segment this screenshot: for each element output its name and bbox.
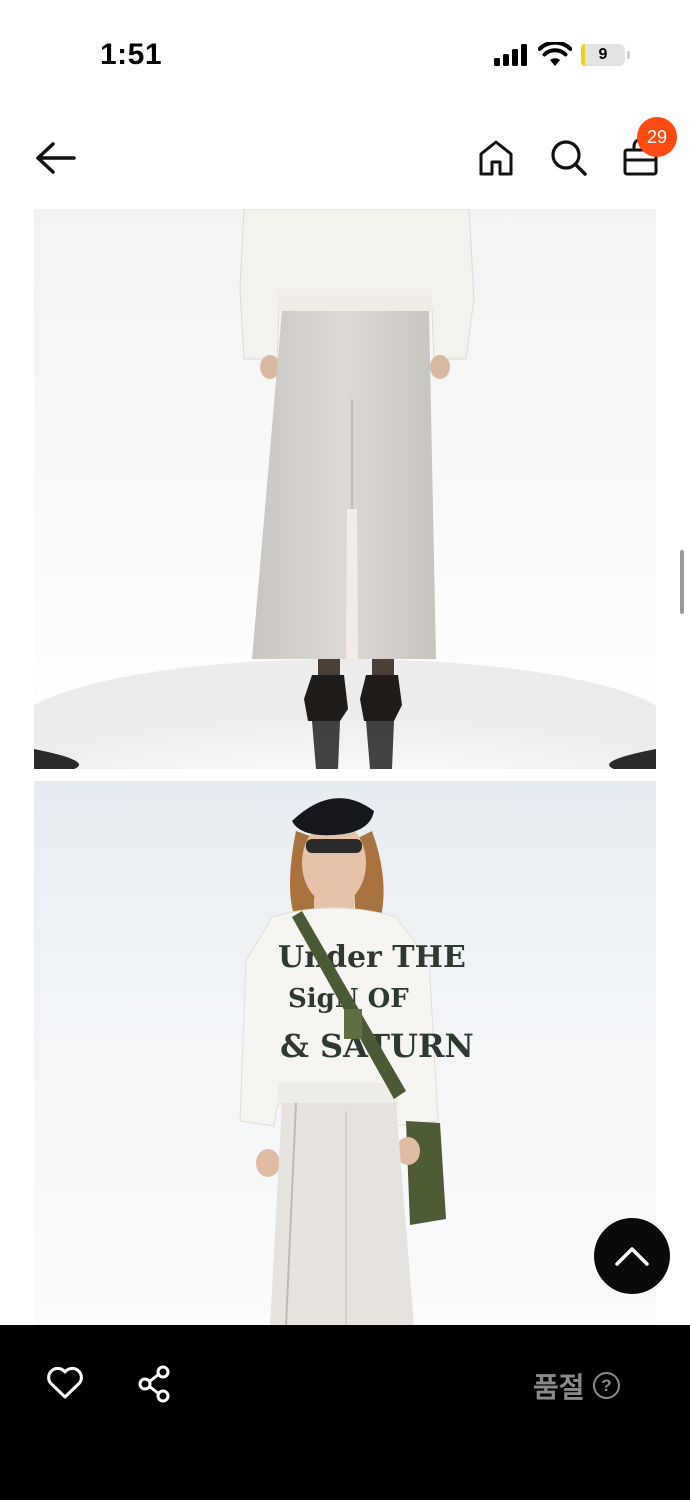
product-image-2: Under THE SigN OF & SATURN <box>34 781 656 1326</box>
battery-icon: 9 <box>581 44 625 66</box>
scroll-to-top-button[interactable] <box>594 1218 670 1294</box>
status-bar: 1:51 9 <box>0 0 690 100</box>
product-photo-skirt-back <box>34 209 656 769</box>
status-time: 1:51 <box>100 38 163 71</box>
cellular-signal-icon <box>494 44 530 66</box>
sweater-print-line-1: Under THE <box>278 940 466 975</box>
search-icon[interactable] <box>549 138 589 178</box>
bottom-action-bar <box>0 1325 690 1500</box>
battery-level: 9 <box>598 46 608 63</box>
product-photo-model-front: Under THE SigN OF & SATURN <box>239 798 474 1326</box>
heart-icon[interactable] <box>46 1366 84 1400</box>
arrow-left-icon[interactable] <box>33 140 77 176</box>
chevron-up-icon <box>615 1247 649 1266</box>
wifi-icon <box>538 42 572 66</box>
sold-out-label: 품절 <box>533 1371 585 1404</box>
battery-cap <box>627 51 630 59</box>
scrollbar[interactable] <box>680 550 684 614</box>
share-icon[interactable] <box>136 1365 172 1403</box>
cart-count-badge: 29 <box>637 117 677 157</box>
question-circle-icon[interactable]: ? <box>593 1372 620 1399</box>
home-icon[interactable] <box>478 139 514 177</box>
product-image-1 <box>34 209 656 769</box>
